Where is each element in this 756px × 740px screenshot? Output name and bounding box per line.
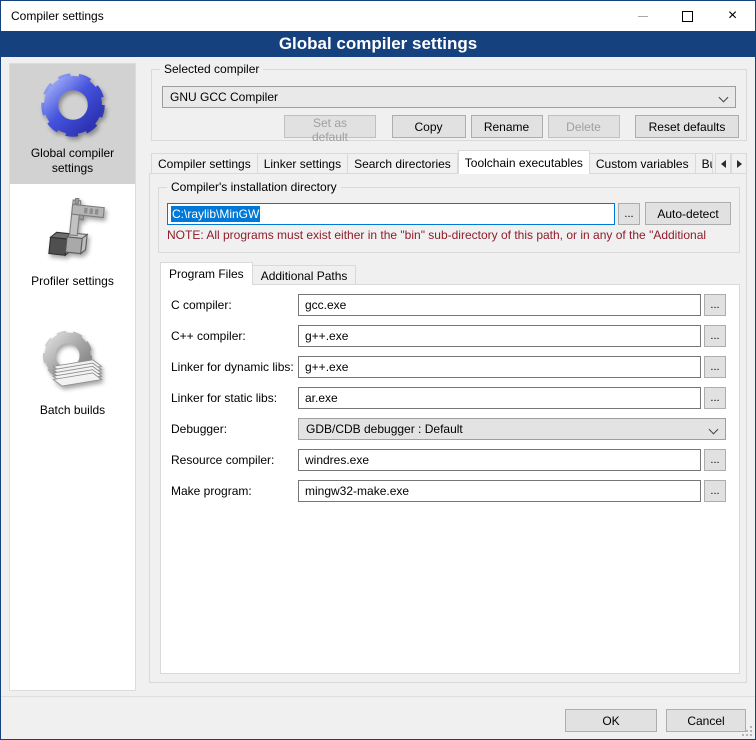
dynamic-linker-browse-button[interactable]: ... <box>704 356 726 378</box>
minimize-icon <box>638 16 648 17</box>
dialog-body: Global compiler settings <box>1 57 755 739</box>
page-title-banner: Global compiler settings <box>1 31 755 57</box>
close-icon: × <box>728 8 737 24</box>
program-files-panel: C compiler: ... C++ compiler: ... Linker… <box>160 284 740 674</box>
tab-scroll-arrows <box>715 153 747 174</box>
c-compiler-label: C compiler: <box>171 298 298 312</box>
window-controls: × <box>620 1 755 31</box>
tab-scroll-right-button[interactable] <box>731 153 747 174</box>
field-row-c-compiler: C compiler: ... <box>171 294 726 316</box>
maximize-button[interactable] <box>665 1 710 31</box>
dynamic-linker-label: Linker for dynamic libs: <box>171 360 298 374</box>
static-linker-label: Linker for static libs: <box>171 391 298 405</box>
sidebar-item-global-compiler-settings[interactable]: Global compiler settings <box>10 64 135 184</box>
debugger-select[interactable]: GDB/CDB debugger : Default <box>298 418 726 440</box>
field-row-resource-compiler: Resource compiler: ... <box>171 449 726 471</box>
dialog-buttons: OK Cancel <box>565 709 746 732</box>
minimize-button[interactable] <box>620 1 665 31</box>
program-subtabs: Program Files Additional Paths <box>160 262 356 285</box>
footer-divider <box>1 696 755 697</box>
copy-button[interactable]: Copy <box>392 115 466 138</box>
cpp-compiler-browse-button[interactable]: ... <box>704 325 726 347</box>
field-row-dynamic-linker: Linker for dynamic libs: ... <box>171 356 726 378</box>
subtab-additional-paths[interactable]: Additional Paths <box>253 265 357 285</box>
resize-grip[interactable] <box>740 724 752 736</box>
installation-directory-value: C:\raylib\MinGW <box>171 206 260 222</box>
tab-build-options[interactable]: Build options <box>696 153 713 174</box>
installation-directory-group: Compiler's installation directory C:\ray… <box>158 187 740 253</box>
delete-button[interactable]: Delete <box>548 115 620 138</box>
sidebar-item-label: Batch builds <box>12 403 133 418</box>
gray-gear-papers-icon <box>38 327 108 397</box>
selected-compiler-group-label: Selected compiler <box>160 62 263 76</box>
sidebar-item-label: Global compiler settings <box>12 146 133 176</box>
field-row-debugger: Debugger: GDB/CDB debugger : Default <box>171 418 726 440</box>
caliper-icon <box>38 198 108 268</box>
debugger-label: Debugger: <box>171 422 298 436</box>
chevron-down-icon <box>719 93 729 103</box>
page-title: Global compiler settings <box>279 34 477 54</box>
auto-detect-button[interactable]: Auto-detect <box>645 202 731 225</box>
installation-directory-input[interactable]: C:\raylib\MinGW <box>167 203 615 225</box>
resource-compiler-input[interactable] <box>298 449 701 471</box>
cancel-button[interactable]: Cancel <box>666 709 746 732</box>
tab-linker-settings[interactable]: Linker settings <box>258 153 348 174</box>
tab-custom-variables[interactable]: Custom variables <box>590 153 696 174</box>
installation-directory-browse-button[interactable]: ... <box>618 203 640 225</box>
compiler-select-value: GNU GCC Compiler <box>170 90 278 104</box>
make-program-input[interactable] <box>298 480 701 502</box>
window-title: Compiler settings <box>11 1 104 31</box>
close-button[interactable]: × <box>710 1 755 31</box>
field-row-cpp-compiler: C++ compiler: ... <box>171 325 726 347</box>
subtab-program-files[interactable]: Program Files <box>160 262 253 285</box>
sidebar-item-batch-builds[interactable]: Batch builds <box>10 321 135 426</box>
rename-button[interactable]: Rename <box>471 115 543 138</box>
chevron-down-icon <box>709 425 719 435</box>
field-row-static-linker: Linker for static libs: ... <box>171 387 726 409</box>
field-row-make-program: Make program: ... <box>171 480 726 502</box>
installation-directory-group-label: Compiler's installation directory <box>167 180 341 194</box>
tab-compiler-settings[interactable]: Compiler settings <box>151 153 258 174</box>
reset-defaults-button[interactable]: Reset defaults <box>635 115 739 138</box>
tab-scroll-left-button[interactable] <box>715 153 731 174</box>
tab-search-directories[interactable]: Search directories <box>348 153 458 174</box>
c-compiler-input[interactable] <box>298 294 701 316</box>
static-linker-browse-button[interactable]: ... <box>704 387 726 409</box>
sidebar-item-label: Profiler settings <box>12 274 133 289</box>
ok-button[interactable]: OK <box>565 709 657 732</box>
c-compiler-browse-button[interactable]: ... <box>704 294 726 316</box>
titlebar: Compiler settings × <box>1 1 755 31</box>
dynamic-linker-input[interactable] <box>298 356 701 378</box>
sidebar-item-profiler-settings[interactable]: Profiler settings <box>10 192 135 297</box>
right-arrow-icon <box>737 160 742 168</box>
resource-compiler-browse-button[interactable]: ... <box>704 449 726 471</box>
compiler-tabs: Compiler settings Linker settings Search… <box>151 150 747 174</box>
debugger-select-value: GDB/CDB debugger : Default <box>306 422 463 436</box>
installation-directory-note: NOTE: All programs must exist either in … <box>167 228 731 242</box>
compiler-select[interactable]: GNU GCC Compiler <box>162 86 736 108</box>
blue-gear-icon <box>38 70 108 140</box>
maximize-icon <box>682 11 693 22</box>
compiler-settings-window: Compiler settings × Global compiler sett… <box>0 0 756 740</box>
settings-category-sidebar: Global compiler settings <box>9 63 136 691</box>
toolchain-executables-panel: Compiler's installation directory C:\ray… <box>149 173 747 683</box>
selected-compiler-group: Selected compiler GNU GCC Compiler Set a… <box>151 69 747 141</box>
compiler-actions: Set as default Copy Rename Delete Reset … <box>152 115 746 138</box>
resource-compiler-label: Resource compiler: <box>171 453 298 467</box>
make-program-browse-button[interactable]: ... <box>704 480 726 502</box>
cpp-compiler-label: C++ compiler: <box>171 329 298 343</box>
set-as-default-button[interactable]: Set as default <box>284 115 376 138</box>
tab-toolchain-executables[interactable]: Toolchain executables <box>458 150 590 174</box>
left-arrow-icon <box>721 160 726 168</box>
cpp-compiler-input[interactable] <box>298 325 701 347</box>
make-program-label: Make program: <box>171 484 298 498</box>
static-linker-input[interactable] <box>298 387 701 409</box>
